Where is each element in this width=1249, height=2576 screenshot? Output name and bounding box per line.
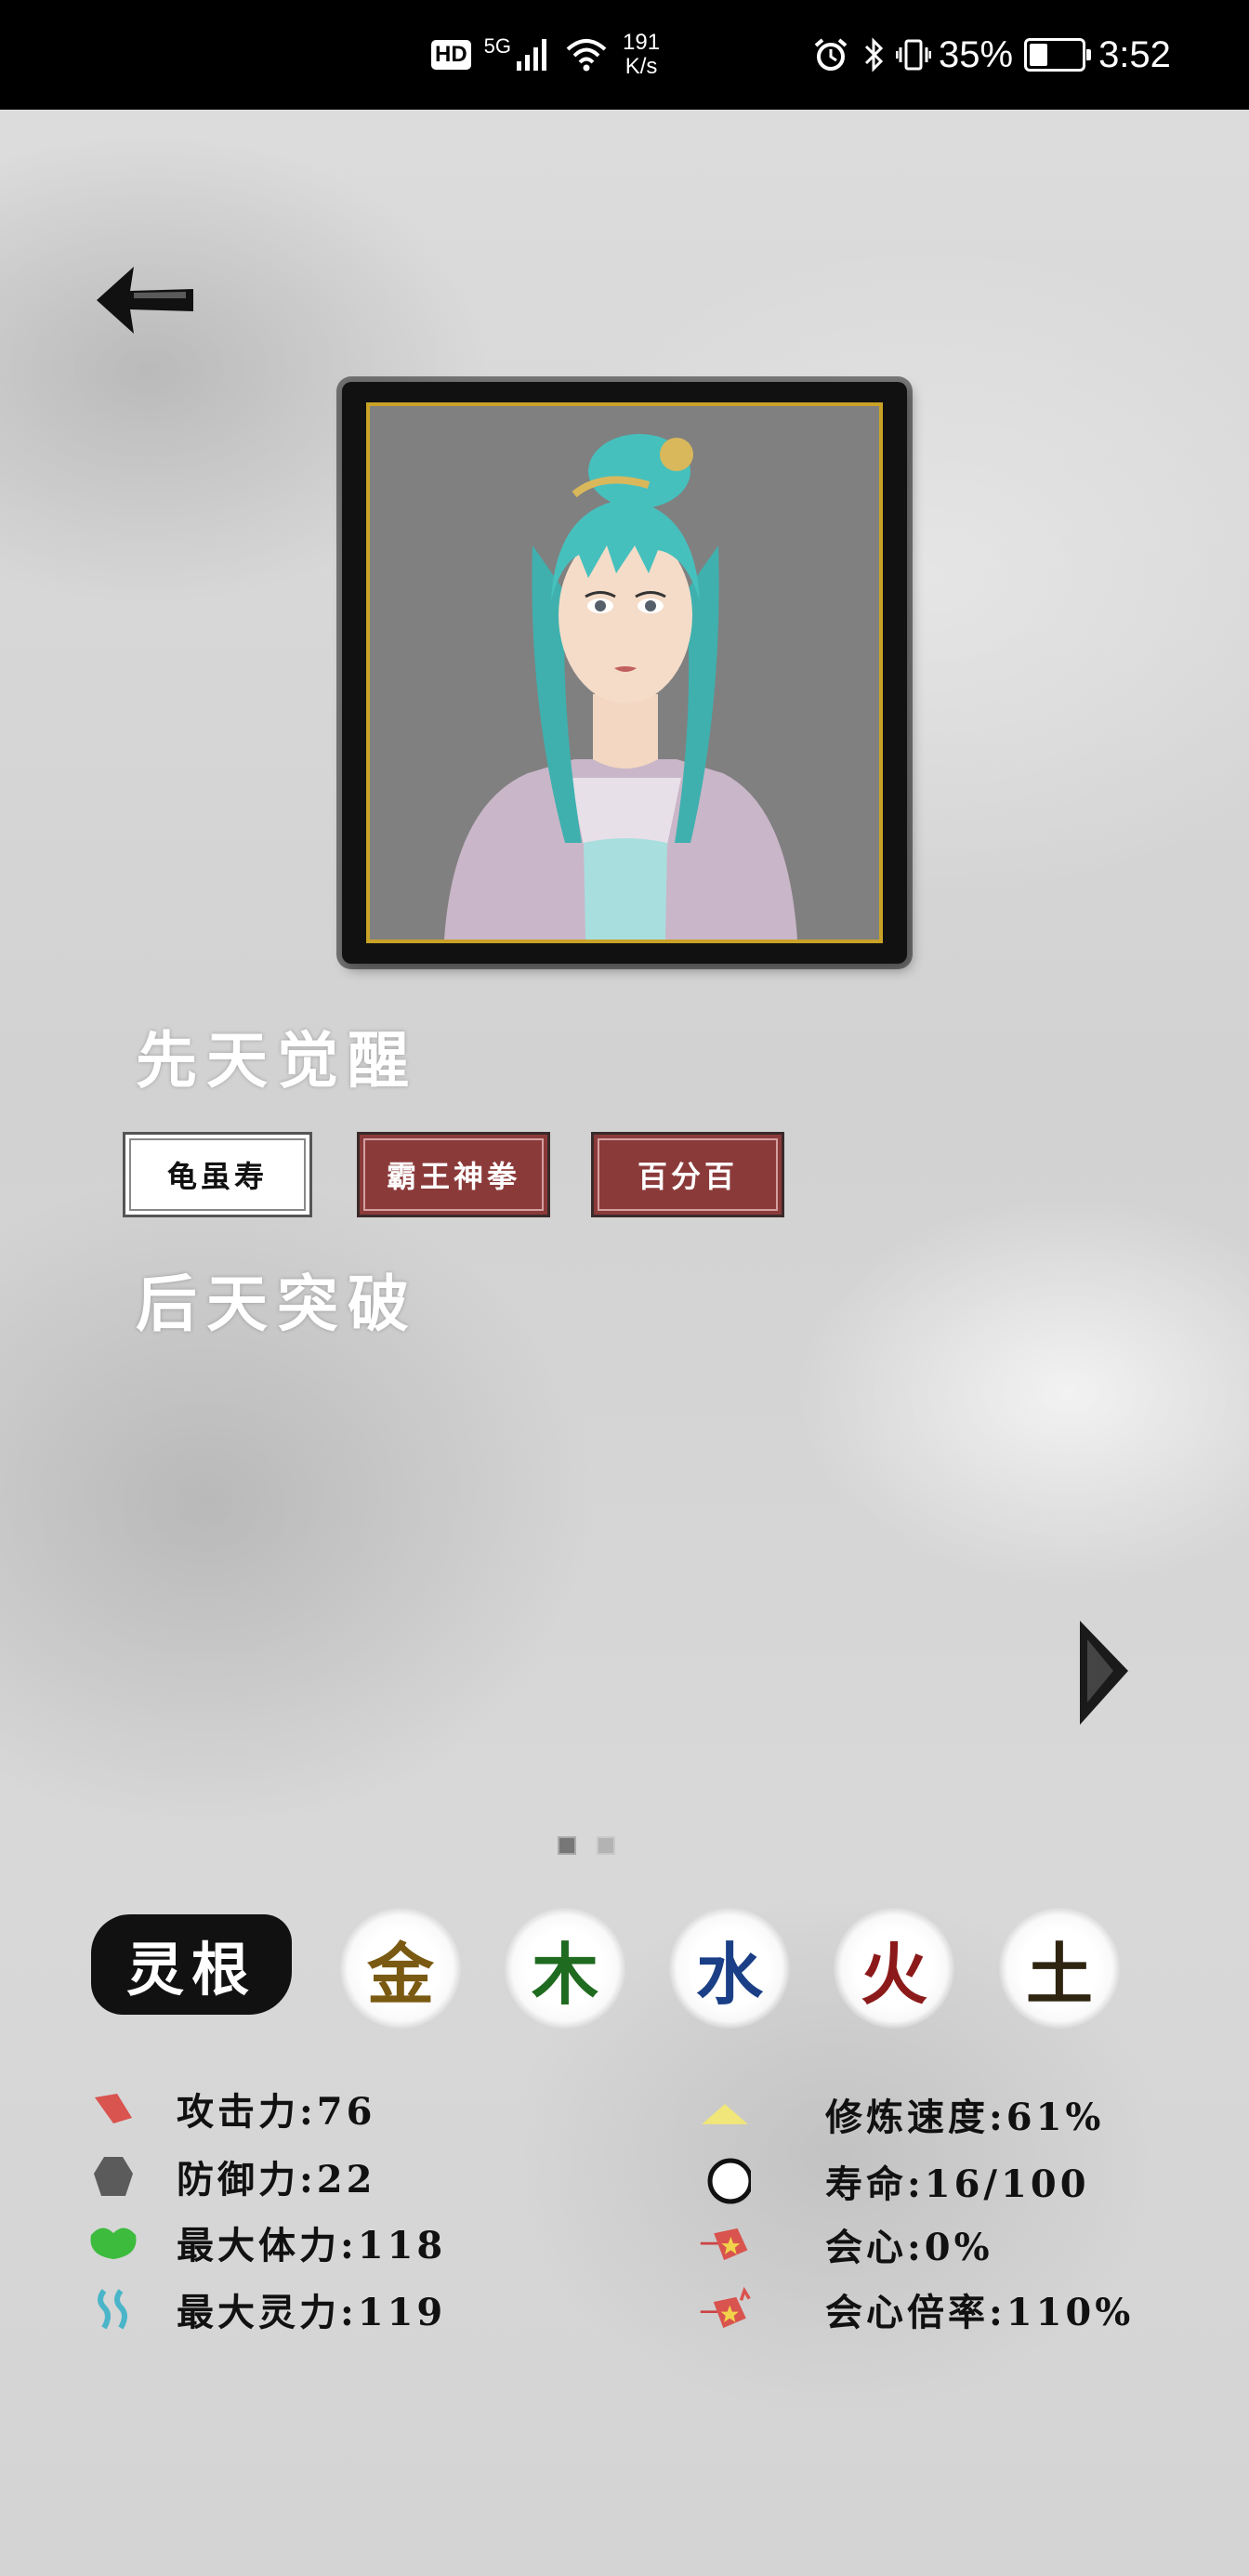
character-portrait-icon bbox=[444, 434, 797, 940]
next-page-arrow-icon[interactable] bbox=[1076, 1617, 1132, 1728]
stat-attack: 攻击力:76 bbox=[87, 2082, 375, 2136]
back-arrow-icon[interactable] bbox=[93, 263, 197, 337]
element-earth: 土 bbox=[999, 1908, 1120, 2029]
character-scene: 先天觉醒 龟虽寿 霸王神拳 百分百 后天突破 灵根 金 木 水 火 土 攻击力:… bbox=[0, 110, 1249, 2576]
stat-defense: 防御力:22 bbox=[87, 2149, 375, 2203]
page-dot-1[interactable] bbox=[558, 1836, 576, 1855]
status-right-group: 35% 3:52 bbox=[812, 0, 1171, 110]
trait-tag-2[interactable]: 霸王神拳 bbox=[357, 1132, 550, 1217]
element-water: 水 bbox=[669, 1908, 790, 2029]
stat-cultivation-speed-label: 修炼速度:61% bbox=[825, 2096, 1105, 2139]
clock: 3:52 bbox=[1098, 33, 1171, 75]
stat-spirit-power-label: 最大灵力:119 bbox=[177, 2291, 447, 2334]
attack-icon bbox=[87, 2085, 139, 2132]
network-type: 5G bbox=[483, 34, 512, 58]
speed-unit: K/s bbox=[624, 54, 658, 79]
battery-fill bbox=[1030, 44, 1048, 66]
cultivation-speed-icon bbox=[699, 2091, 751, 2137]
page-indicator bbox=[558, 1836, 615, 1855]
element-fire: 火 bbox=[834, 1908, 954, 2029]
hd-badge: HD bbox=[431, 40, 471, 70]
alarm-icon bbox=[814, 38, 848, 71]
critical-rate-icon bbox=[699, 2286, 751, 2333]
status-bar: HD 5G 191 K/s 35% 3:52 bbox=[0, 0, 1249, 110]
spirit-root-badge: 灵根 bbox=[91, 1914, 292, 2015]
stat-cultivation-speed: 修炼速度:61% bbox=[699, 2087, 1104, 2141]
stat-defense-label: 防御力:22 bbox=[177, 2158, 376, 2201]
network-speed: 191 K/s bbox=[623, 31, 660, 79]
trait-tag-3[interactable]: 百分百 bbox=[591, 1132, 784, 1217]
stat-lifespan-label: 寿命:16/100 bbox=[825, 2162, 1090, 2206]
signal-icon bbox=[517, 39, 547, 71]
speed-value: 191 bbox=[623, 30, 661, 55]
battery-icon bbox=[1024, 38, 1092, 72]
stat-critical: 会心:0% bbox=[699, 2217, 993, 2271]
acquired-breakthrough-title: 后天突破 bbox=[136, 1268, 418, 1340]
status-left-group: HD 5G 191 K/s bbox=[431, 0, 660, 110]
critical-icon bbox=[699, 2221, 751, 2267]
stamina-icon bbox=[87, 2219, 139, 2266]
stat-stamina-label: 最大体力:118 bbox=[177, 2224, 447, 2267]
innate-awakening-title: 先天觉醒 bbox=[136, 1024, 418, 1097]
vibrate-icon bbox=[896, 39, 931, 71]
spirit-power-icon bbox=[87, 2286, 139, 2333]
element-wood: 木 bbox=[505, 1908, 625, 2029]
defense-icon bbox=[87, 2153, 139, 2200]
stat-critical-rate: 会心倍率:110% bbox=[699, 2282, 1134, 2336]
lifespan-icon bbox=[699, 2158, 751, 2204]
trait-tag-1[interactable]: 龟虽寿 bbox=[123, 1132, 312, 1217]
stat-stamina: 最大体力:118 bbox=[87, 2215, 446, 2269]
stat-lifespan: 寿命:16/100 bbox=[699, 2154, 1090, 2208]
stat-spirit-power: 最大灵力:119 bbox=[87, 2282, 446, 2336]
page-dot-2[interactable] bbox=[597, 1836, 615, 1855]
element-metal: 金 bbox=[340, 1908, 461, 2029]
stat-critical-rate-label: 会心倍率:110% bbox=[825, 2291, 1135, 2334]
character-portrait bbox=[366, 402, 883, 943]
stat-critical-label: 会心:0% bbox=[825, 2226, 993, 2269]
portrait-frame bbox=[342, 382, 907, 964]
wifi-icon bbox=[566, 39, 607, 72]
stat-attack-label: 攻击力:76 bbox=[177, 2090, 376, 2134]
bluetooth-icon bbox=[864, 37, 884, 72]
battery-percent: 35% bbox=[939, 33, 1014, 75]
